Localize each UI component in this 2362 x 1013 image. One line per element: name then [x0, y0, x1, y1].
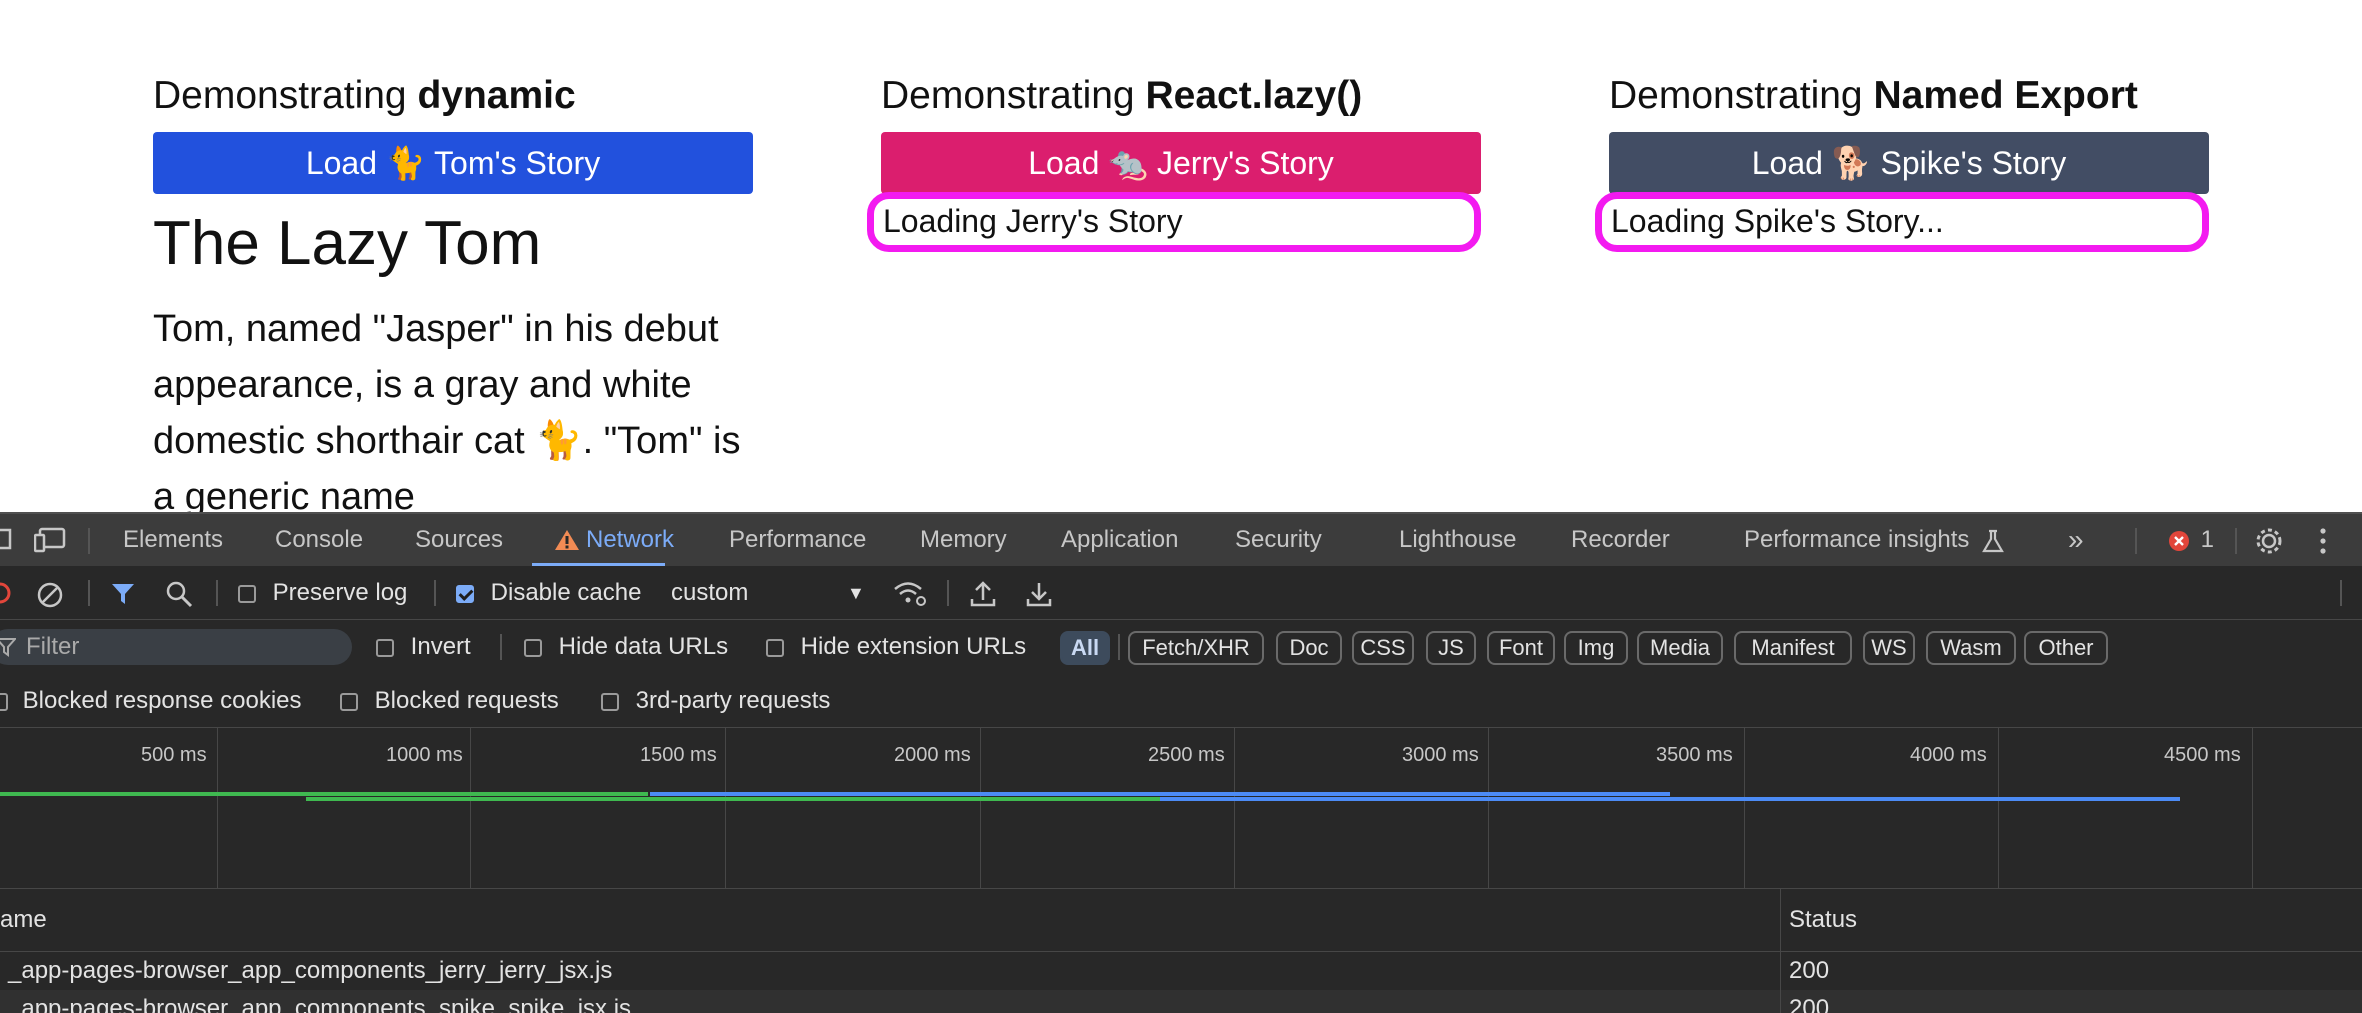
blocked-response-cookies-checkbox[interactable]: Blocked response cookies — [0, 674, 302, 728]
chip-font[interactable]: Font — [1487, 631, 1555, 665]
export-har-download-icon[interactable] — [1026, 580, 1052, 608]
load-spike-button[interactable]: Load 🐕 Spike's Story — [1609, 132, 2209, 194]
devtools-tabbar: Elements Console Sources Network Perform… — [0, 512, 2362, 566]
tab-sources[interactable]: Sources — [415, 514, 503, 566]
chip-ws[interactable]: WS — [1863, 631, 1915, 665]
blocked-requests-checkbox[interactable]: Blocked requests — [340, 674, 559, 728]
tab-memory[interactable]: Memory — [920, 514, 1007, 566]
warning-icon — [555, 530, 579, 550]
request-name: _app-pages-browser_app_components_jerry_… — [8, 957, 613, 984]
chip-media[interactable]: Media — [1637, 631, 1723, 665]
network-conditions-icon[interactable] — [893, 581, 927, 607]
tab-lighthouse[interactable]: Lighthouse — [1399, 514, 1516, 566]
network-toolbar: Preserve log Disable cache custom ▼ — [0, 566, 2362, 620]
tab-console[interactable]: Console — [275, 514, 363, 566]
request-status: 200 — [1789, 995, 1830, 1013]
filter-input[interactable]: Filter — [0, 629, 352, 665]
story-text: Tom, named "Jasper" in his debut appeara… — [153, 308, 741, 512]
chip-doc[interactable]: Doc — [1276, 631, 1342, 665]
invert-checkbox[interactable]: Invert — [376, 620, 471, 674]
tab-network[interactable]: Network — [532, 514, 674, 566]
tab-performance-insights[interactable]: Performance insights — [1744, 514, 2005, 566]
tom-column: Demonstrating dynamic Load 🐈 Tom's Story… — [153, 70, 753, 512]
tick-label: 1500 ms — [640, 744, 717, 766]
search-icon[interactable] — [165, 580, 193, 608]
requests-table-header: ame Status — [0, 888, 2362, 953]
load-tom-button[interactable]: Load 🐈 Tom's Story — [153, 132, 753, 194]
tab-security[interactable]: Security — [1235, 514, 1322, 566]
filter-funnel-icon[interactable] — [110, 581, 136, 607]
jerry-heading: Demonstrating React.lazy() — [881, 74, 1363, 117]
column-header-name[interactable]: ame — [0, 889, 47, 951]
tick-label: 1000 ms — [386, 744, 463, 766]
filter-row: Filter Invert Hide data URLs Hide extens… — [0, 620, 2362, 674]
chip-all[interactable]: All — [1060, 631, 1110, 665]
tick-label: 4000 ms — [1910, 744, 1987, 766]
chip-other[interactable]: Other — [2024, 631, 2108, 665]
device-toolbar-icon[interactable] — [34, 527, 66, 553]
filter-icon — [0, 638, 16, 657]
error-counter[interactable]: 1 — [2168, 514, 2214, 566]
timeline-bar-blue — [650, 792, 1670, 796]
throttling-select[interactable]: custom ▼ — [671, 566, 871, 620]
network-timeline[interactable]: 500 ms 1000 ms 1500 ms 2000 ms 2500 ms 3… — [0, 728, 2362, 888]
more-tabs-icon[interactable]: » — [2068, 514, 2084, 566]
jerry-column: Demonstrating React.lazy() Load 🐀 Jerry'… — [867, 70, 1481, 252]
chip-fetch-xhr[interactable]: Fetch/XHR — [1128, 631, 1264, 665]
clear-icon[interactable] — [36, 581, 64, 609]
column-header-status[interactable]: Status — [1789, 889, 1857, 951]
hide-data-urls-checkbox[interactable]: Hide data URLs — [524, 620, 728, 674]
tom-heading: Demonstrating dynamic — [153, 74, 576, 117]
import-har-upload-icon[interactable] — [970, 580, 996, 608]
tab-recorder[interactable]: Recorder — [1571, 514, 1670, 566]
devtools-panel: Elements Console Sources Network Perform… — [0, 512, 2362, 1013]
tab-performance[interactable]: Performance — [729, 514, 866, 566]
tab-application[interactable]: Application — [1061, 514, 1178, 566]
tick-label: 500 ms — [141, 744, 207, 766]
settings-gear-icon[interactable] — [2254, 526, 2284, 556]
chip-css[interactable]: CSS — [1352, 631, 1414, 665]
spike-heading: Demonstrating Named Export — [1609, 74, 2138, 117]
tick-label: 3500 ms — [1656, 744, 1733, 766]
chip-manifest[interactable]: Manifest — [1734, 631, 1852, 665]
chevron-down-icon: ▼ — [847, 583, 865, 603]
tab-elements[interactable]: Elements — [123, 514, 223, 566]
table-row[interactable]: _app-pages-browser_app_components_spike_… — [0, 990, 2362, 1013]
preserve-log-checkbox[interactable]: Preserve log — [238, 566, 407, 620]
kebab-menu-icon[interactable] — [2318, 527, 2328, 555]
chip-wasm[interactable]: Wasm — [1926, 631, 2016, 665]
web-page: Demonstrating dynamic Load 🐈 Tom's Story… — [0, 0, 2362, 512]
hide-extension-urls-checkbox[interactable]: Hide extension URLs — [766, 620, 1026, 674]
tick-label: 3000 ms — [1402, 744, 1479, 766]
request-name: _app-pages-browser_app_components_spike_… — [8, 995, 632, 1013]
request-status: 200 — [1789, 957, 1830, 984]
chip-img[interactable]: Img — [1564, 631, 1628, 665]
tick-label: 2000 ms — [894, 744, 971, 766]
story-title: The Lazy Tom — [153, 209, 542, 278]
experiment-flask-icon — [1982, 529, 2005, 552]
timeline-bar-blue — [1160, 797, 2180, 801]
spike-column: Demonstrating Named Export Load 🐕 Spike'… — [1595, 70, 2209, 252]
third-party-requests-checkbox[interactable]: 3rd-party requests — [601, 674, 830, 728]
timeline-bar-green — [0, 792, 648, 796]
tick-label: 2500 ms — [1148, 744, 1225, 766]
spike-loading-box: Loading Spike's Story... — [1595, 192, 2209, 252]
table-row[interactable]: _app-pages-browser_app_components_jerry_… — [0, 952, 2362, 990]
jerry-loading-box: Loading Jerry's Story — [867, 192, 1481, 252]
tick-label: 4500 ms — [2164, 744, 2241, 766]
timeline-bar-green — [306, 797, 1160, 801]
load-jerry-button[interactable]: Load 🐀 Jerry's Story — [881, 132, 1481, 194]
disable-cache-checkbox[interactable]: Disable cache — [456, 566, 641, 620]
chip-js[interactable]: JS — [1426, 631, 1476, 665]
inspect-element-icon[interactable] — [0, 528, 14, 552]
record-stop-icon[interactable] — [0, 581, 12, 605]
error-icon — [2169, 530, 2189, 551]
blocked-row: Blocked response cookies Blocked request… — [0, 674, 2362, 728]
